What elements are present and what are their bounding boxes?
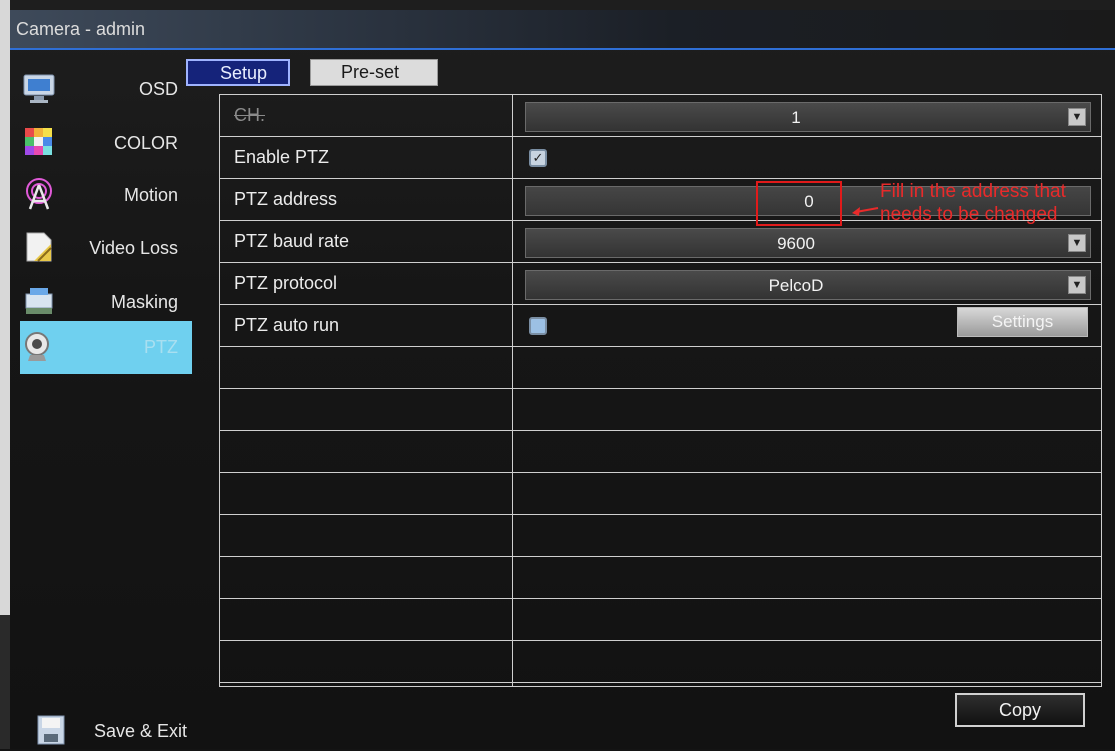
ptz-baud-rate-label: PTZ baud rate (234, 231, 350, 251)
ptz-baud-rate-value: 9600 (777, 234, 815, 253)
table-row-ch: CH. 1 ▼ (220, 95, 1101, 137)
masking-icon (22, 284, 56, 318)
annotation-arrow-icon (852, 207, 879, 216)
settings-button[interactable]: Settings (957, 307, 1088, 337)
sidebar: OSD COLOR Motion Video Loss Masking PTZ (10, 55, 192, 749)
monitor-icon (22, 71, 56, 105)
table-row (220, 641, 1101, 683)
table-row (220, 515, 1101, 557)
table-row (220, 473, 1101, 515)
sidebar-item-label: OSD (138, 79, 178, 99)
table-row (220, 557, 1101, 599)
table-row (220, 599, 1101, 641)
webcam-icon (22, 329, 56, 363)
table-row (220, 347, 1101, 389)
sidebar-item-video-loss[interactable]: Video Loss (20, 222, 192, 275)
table-row (220, 431, 1101, 473)
save-exit-label: Save & Exit (94, 721, 188, 741)
sidebar-item-label: Video Loss (89, 238, 178, 258)
annotation-text: Fill in the address that needs to be cha… (880, 181, 1066, 225)
annotation-highlight-box (756, 181, 842, 226)
sidebar-item-color[interactable]: COLOR (20, 117, 192, 170)
sidebar-item-ptz[interactable]: PTZ (20, 321, 192, 374)
chevron-down-icon[interactable]: ▼ (1068, 276, 1086, 294)
ptz-address-label: PTZ address (234, 189, 338, 209)
sidebar-item-label: Masking (110, 292, 178, 312)
save-exit-button[interactable]: Save & Exit (36, 708, 206, 748)
motion-icon (22, 177, 56, 211)
ch-label: CH. (234, 105, 265, 125)
save-icon (36, 712, 66, 746)
title-bar: Camera - admin (10, 10, 1115, 50)
window-title: Camera - admin (16, 19, 146, 39)
sidebar-item-label: PTZ (144, 337, 178, 357)
chevron-down-icon[interactable]: ▼ (1068, 234, 1086, 252)
ptz-protocol-value: PelcoD (768, 276, 824, 295)
sidebar-item-label: Motion (123, 185, 178, 205)
sidebar-item-label: COLOR (113, 133, 178, 153)
ch-select[interactable]: 1 ▼ (525, 102, 1091, 132)
table-row-ptz-auto-run: PTZ auto run Settings (220, 305, 1101, 347)
sidebar-item-motion[interactable]: Motion (20, 169, 192, 222)
table-row-ptz-protocol: PTZ protocol PelcoD ▼ (220, 263, 1101, 305)
tab-preset[interactable]: Pre-set (310, 59, 438, 86)
video-loss-icon (22, 230, 56, 264)
table-row-ptz-baud-rate: PTZ baud rate 9600 ▼ (220, 221, 1101, 263)
tab-setup[interactable]: Setup (186, 59, 290, 86)
table-row (220, 389, 1101, 431)
ptz-protocol-label: PTZ protocol (234, 273, 338, 293)
copy-button[interactable]: Copy (955, 693, 1085, 727)
enable-ptz-label: Enable PTZ (234, 147, 330, 167)
ptz-auto-run-checkbox[interactable] (529, 317, 547, 335)
chevron-down-icon[interactable]: ▼ (1068, 108, 1086, 126)
table-row-enable-ptz: Enable PTZ ✓ (220, 137, 1101, 179)
sidebar-item-osd[interactable]: OSD (20, 63, 192, 116)
screen-bezel-lower (0, 615, 10, 749)
ptz-protocol-select[interactable]: PelcoD ▼ (525, 270, 1091, 300)
ch-value: 1 (791, 108, 801, 127)
ptz-auto-run-label: PTZ auto run (234, 315, 340, 335)
ptz-baud-rate-select[interactable]: 9600 ▼ (525, 228, 1091, 258)
color-palette-icon (22, 125, 56, 159)
enable-ptz-checkbox[interactable]: ✓ (529, 149, 547, 167)
